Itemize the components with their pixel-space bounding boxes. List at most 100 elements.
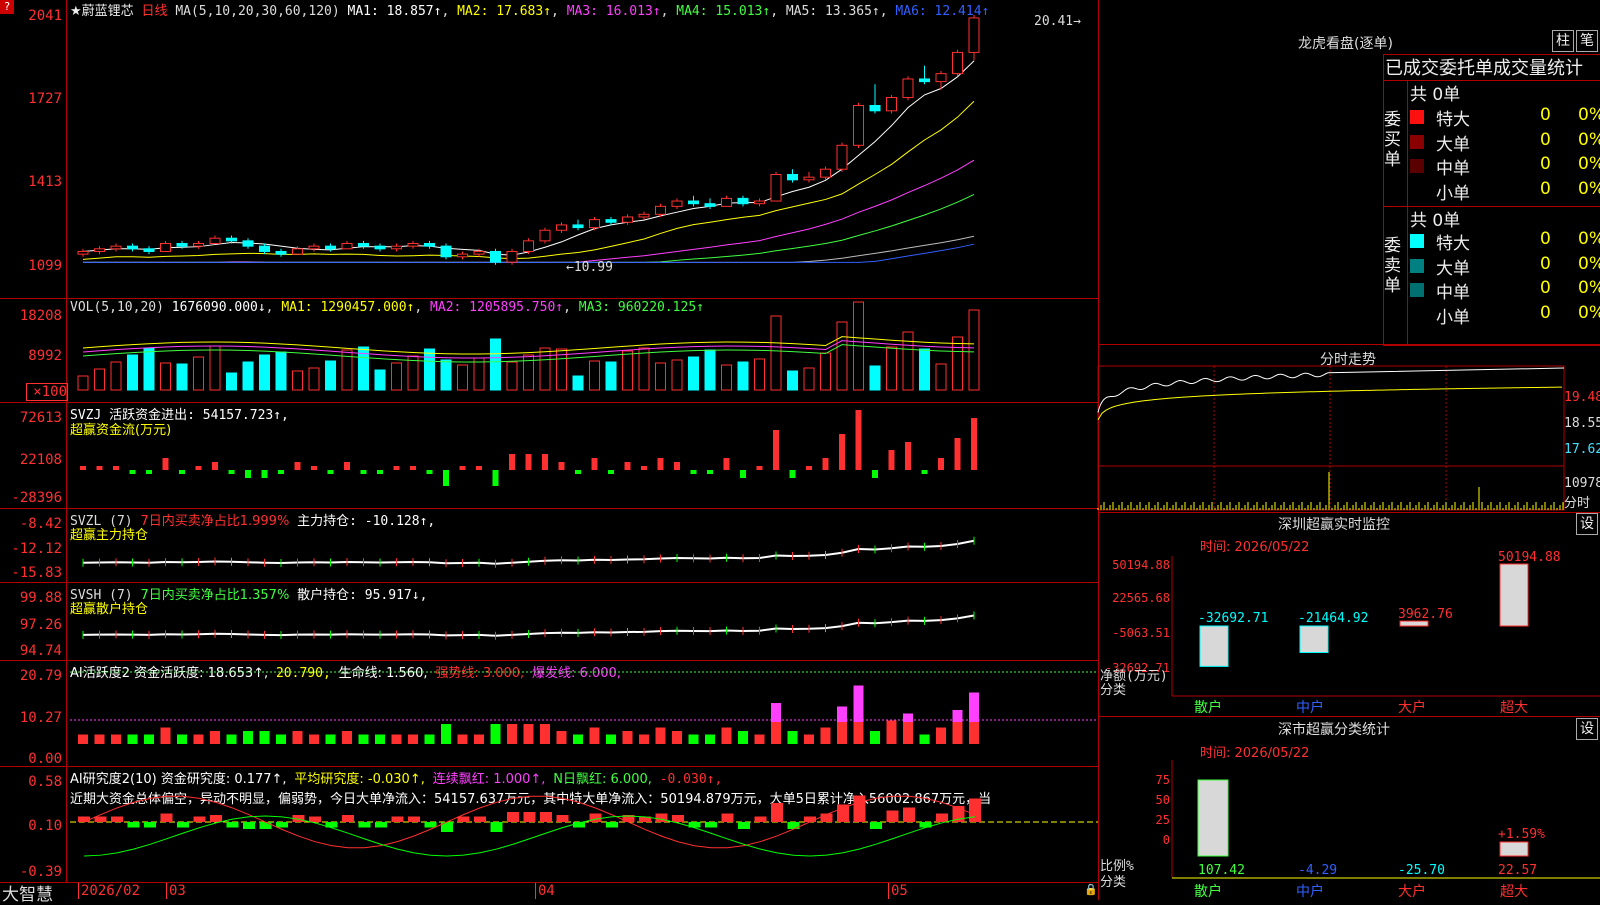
divider bbox=[1098, 512, 1600, 513]
volume-bar bbox=[622, 350, 633, 391]
flow-bar bbox=[393, 466, 400, 470]
candle-body bbox=[820, 168, 831, 178]
flow-bar bbox=[129, 470, 136, 474]
sz-bar-value: -32692.71 bbox=[1198, 611, 1268, 626]
date-label: 03 bbox=[166, 883, 186, 899]
activity-bar bbox=[804, 734, 814, 744]
date-label: 05 bbox=[888, 883, 908, 899]
order-percent: 0% bbox=[1578, 229, 1600, 249]
order-count: 0 bbox=[1540, 253, 1551, 274]
flow-bar bbox=[410, 466, 416, 470]
research-bar bbox=[804, 816, 816, 822]
svzl-chart[interactable] bbox=[0, 508, 1098, 582]
research-bar bbox=[160, 813, 173, 822]
activity-bar bbox=[556, 731, 567, 744]
activity-bar bbox=[160, 727, 171, 744]
order-size-label: 中单 bbox=[1436, 283, 1470, 303]
candle-body bbox=[902, 78, 914, 99]
settings-button[interactable]: 设 bbox=[1576, 513, 1598, 535]
flow-bar bbox=[525, 454, 532, 470]
candle-body bbox=[737, 197, 749, 205]
minute-price-line bbox=[1097, 367, 1565, 413]
research-bar bbox=[523, 812, 536, 822]
research-bar bbox=[177, 822, 189, 828]
order-count: 0 bbox=[1540, 129, 1551, 150]
bar-mode-button[interactable]: 柱 bbox=[1552, 30, 1574, 52]
activity-bar bbox=[523, 724, 534, 744]
activity-bar bbox=[738, 731, 748, 744]
ai-research-chart[interactable] bbox=[0, 766, 1098, 882]
order-count: 0 bbox=[1540, 105, 1551, 125]
flow-bar bbox=[261, 470, 268, 478]
stat-axis-label: 0 bbox=[1163, 833, 1170, 847]
minute-chart[interactable] bbox=[1097, 365, 1600, 511]
order-percent: 0% bbox=[1578, 178, 1600, 199]
candle-body bbox=[325, 245, 336, 250]
flow-bar bbox=[822, 458, 829, 470]
volume-chart[interactable] bbox=[0, 298, 1098, 402]
volume-bar bbox=[77, 375, 89, 391]
dragon-title: 龙虎看盘(逐单) bbox=[1298, 36, 1393, 52]
flow-bar bbox=[723, 458, 730, 470]
order-size-label: 小单 bbox=[1436, 307, 1470, 328]
research-bar bbox=[391, 816, 404, 822]
order-size-label: 大单 bbox=[1436, 258, 1470, 279]
candle-body bbox=[440, 245, 452, 258]
svsh-chart[interactable] bbox=[0, 582, 1098, 660]
flow-bar bbox=[839, 434, 845, 470]
research-bar bbox=[408, 816, 420, 822]
sz-bar bbox=[1199, 625, 1229, 667]
research-bar bbox=[424, 822, 437, 828]
research-bar bbox=[309, 816, 321, 822]
stat-bar-chart[interactable]: 75 50 25 0 +1.59% 107.42 -4.29 -25.70 22.57 比例%分类… bbox=[1098, 760, 1600, 900]
candle-body bbox=[688, 200, 699, 205]
research-bar bbox=[457, 816, 470, 822]
research-bar bbox=[127, 822, 140, 828]
flow-bar bbox=[674, 462, 680, 470]
flow-bar bbox=[80, 466, 86, 470]
research-bar bbox=[259, 822, 272, 829]
activity-bar bbox=[94, 734, 105, 744]
sz-bar-chart[interactable]: 50194.8822565.68-5063.51-32692.71-32692.… bbox=[1098, 550, 1600, 716]
order-color-swatch bbox=[1410, 134, 1424, 149]
research-bar bbox=[787, 822, 800, 829]
candle-body bbox=[292, 248, 303, 255]
order-color-swatch bbox=[1410, 110, 1424, 124]
sz-category: 大户 bbox=[1398, 699, 1426, 716]
flow-bar bbox=[542, 454, 548, 470]
candle-body bbox=[341, 243, 353, 250]
lock-icon[interactable]: 🔒 bbox=[1084, 883, 1098, 896]
candle-body bbox=[242, 240, 254, 247]
candle-body bbox=[374, 245, 386, 250]
research-bar bbox=[507, 812, 519, 822]
research-bar bbox=[94, 816, 107, 822]
order-percent: 0% bbox=[1578, 105, 1600, 125]
candle-body bbox=[770, 174, 782, 202]
volume-bar bbox=[869, 365, 881, 391]
tick-mode-button[interactable]: 笔 bbox=[1576, 30, 1598, 52]
settings-button[interactable]: 设 bbox=[1576, 718, 1598, 740]
sell-total: 共 0单 bbox=[1410, 211, 1461, 231]
date-label: 04 bbox=[535, 883, 555, 899]
volume-bar bbox=[209, 345, 221, 391]
flow-bar bbox=[443, 470, 449, 486]
volume-bar bbox=[424, 348, 435, 391]
activity-bar bbox=[787, 731, 798, 744]
candle-body bbox=[358, 243, 369, 247]
candle-body bbox=[869, 104, 881, 112]
flow-bar bbox=[690, 470, 697, 474]
ai-active-chart[interactable] bbox=[0, 660, 1098, 766]
candle-body bbox=[853, 104, 864, 146]
volume-bar bbox=[721, 364, 732, 391]
activity-bar bbox=[391, 734, 402, 744]
minute-axis-label: 10978 bbox=[1564, 476, 1600, 491]
activity-bar bbox=[721, 727, 732, 744]
flow-bar bbox=[558, 462, 565, 470]
order-percent: 0% bbox=[1578, 302, 1600, 323]
activity-bar bbox=[325, 734, 336, 744]
candlestick-chart[interactable] bbox=[0, 0, 1098, 298]
candle-body bbox=[424, 243, 435, 247]
svzj-chart[interactable] bbox=[0, 402, 1098, 508]
volume-bar bbox=[572, 375, 584, 391]
activity-bar bbox=[292, 731, 303, 744]
